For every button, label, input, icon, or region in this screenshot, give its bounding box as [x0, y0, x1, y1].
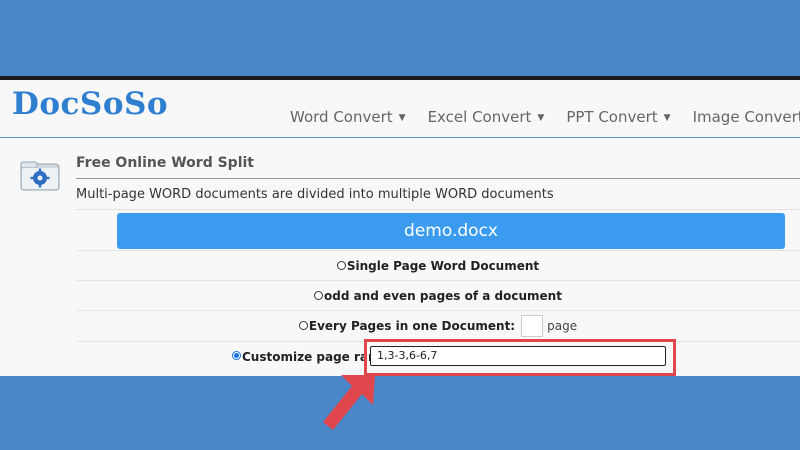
folder-gear-icon: [20, 161, 60, 191]
option-label: odd and even pages of a document: [324, 289, 562, 303]
highlight-box: [364, 339, 676, 376]
nav-item-label: Word Convert: [290, 108, 393, 126]
nav-image-converter[interactable]: Image Converter▼: [693, 108, 800, 126]
navbar: DocSoSo Word Convert ▼ Excel Convert ▼ PPT…: [0, 80, 800, 138]
option-odd-even[interactable]: odd and even pages of a document: [76, 280, 800, 311]
nav-item-label: Excel Convert: [427, 108, 532, 126]
option-every-pages[interactable]: Every Pages in one Document: page: [76, 310, 800, 341]
page-suffix-label: page: [547, 319, 578, 333]
nav-word-convert[interactable]: Word Convert ▼: [290, 108, 406, 126]
uploaded-file-bar[interactable]: demo.docx: [117, 213, 785, 249]
radio-every-pages[interactable]: [298, 320, 308, 330]
title-divider: [76, 178, 800, 179]
nav-ppt-convert[interactable]: PPT Convert ▼: [566, 108, 670, 126]
radio-single-page[interactable]: [336, 260, 346, 270]
option-single-page[interactable]: Single Page Word Document: [76, 250, 800, 281]
pages-per-document-input[interactable]: [521, 315, 544, 337]
option-label: Single Page Word Document: [346, 259, 540, 273]
radio-odd-even[interactable]: [314, 290, 324, 300]
nav-item-label: PPT Convert: [566, 108, 658, 126]
caret-down-icon: ▼: [537, 112, 545, 123]
tool-description: Multi-page WORD documents are divided in…: [76, 187, 554, 202]
description-divider: [76, 209, 800, 210]
file-name: demo.docx: [404, 221, 498, 241]
tool-title: Free Online Word Split: [76, 155, 254, 171]
header-divider: [0, 137, 800, 138]
radio-customize-range[interactable]: [232, 351, 241, 360]
page-content: DocSoSo Word Convert ▼ Excel Convert ▼ PPT…: [0, 80, 800, 376]
caret-down-icon: ▼: [398, 112, 406, 123]
option-label: Every Pages in one Document:: [308, 319, 516, 333]
nav-excel-convert[interactable]: Excel Convert ▼: [428, 108, 545, 126]
red-arrow-icon: [323, 375, 375, 430]
logo[interactable]: DocSoSo: [12, 86, 168, 122]
nav-item-label: Image Converter: [692, 108, 800, 126]
nav-menu: Word Convert ▼ Excel Convert ▼ PPT Convert…: [290, 108, 800, 126]
caret-down-icon: ▼: [663, 112, 671, 123]
